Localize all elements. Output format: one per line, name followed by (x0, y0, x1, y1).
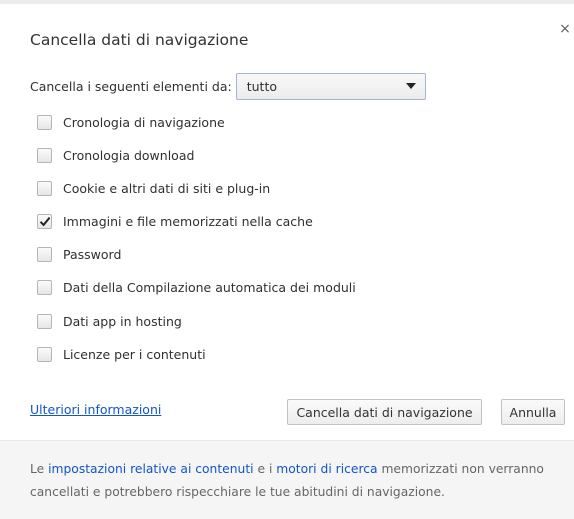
content-settings-link[interactable]: impostazioni relative ai contenuti (48, 462, 253, 476)
checkbox[interactable] (37, 213, 52, 229)
more-info-link[interactable]: Ulteriori informazioni (30, 402, 161, 417)
option-label: Dati della Compilazione automatica dei m… (63, 279, 356, 295)
search-engines-link[interactable]: motori di ricerca (276, 462, 377, 476)
close-icon[interactable]: × (558, 21, 572, 37)
option-autofill[interactable]: Dati della Compilazione automatica dei m… (37, 278, 356, 296)
checkbox[interactable] (37, 279, 52, 295)
footer-text-part: Le (30, 462, 49, 476)
time-period-select[interactable]: tutto (235, 72, 426, 100)
checkbox[interactable] (37, 114, 52, 130)
option-cached-images[interactable]: Immagini e file memorizzati nella cache (37, 212, 313, 230)
option-label: Immagini e file memorizzati nella cache (63, 213, 313, 229)
option-hosted-app-data[interactable]: Dati app in hosting (37, 312, 182, 330)
option-label: Dati app in hosting (63, 313, 182, 329)
checkmark-icon (39, 216, 50, 226)
checkbox[interactable] (37, 346, 52, 362)
checkbox[interactable] (37, 147, 52, 163)
chevron-down-icon (405, 83, 416, 89)
option-label: Cronologia di navigazione (63, 114, 225, 130)
option-content-licenses[interactable]: Licenze per i contenuti (37, 345, 206, 363)
dialog-title: Cancella dati di navigazione (30, 31, 249, 49)
option-download-history[interactable]: Cronologia download (37, 146, 194, 164)
option-label: Cookie e altri dati di siti e plug-in (63, 180, 271, 196)
cancel-button[interactable]: Annulla (501, 399, 565, 425)
option-label: Licenze per i contenuti (63, 346, 206, 362)
option-label: Password (63, 246, 122, 262)
option-label: Cronologia download (63, 147, 195, 163)
dialog-footer: Le impostazioni relative ai contenuti e … (0, 440, 574, 519)
footer-notice: Le impostazioni relative ai contenuti e … (30, 458, 560, 504)
option-passwords[interactable]: Password (37, 245, 121, 263)
checkbox[interactable] (37, 313, 52, 329)
clear-data-button[interactable]: Cancella dati di navigazione (287, 399, 482, 425)
dialog-top-edge (0, 0, 574, 4)
footer-text-part: e i (253, 462, 277, 476)
clear-browsing-data-dialog: Cancella dati di navigazione × Cancella … (0, 0, 574, 519)
option-cookies[interactable]: Cookie e altri dati di siti e plug-in (37, 179, 270, 197)
time-period-label: Cancella i seguenti elementi da: (30, 78, 232, 94)
time-period-value: tutto (246, 78, 277, 94)
option-browsing-history[interactable]: Cronologia di navigazione (37, 113, 225, 131)
checkbox[interactable] (37, 246, 52, 262)
checkbox[interactable] (37, 180, 52, 196)
time-period-row: Cancella i seguenti elementi da: tutto (30, 72, 426, 100)
